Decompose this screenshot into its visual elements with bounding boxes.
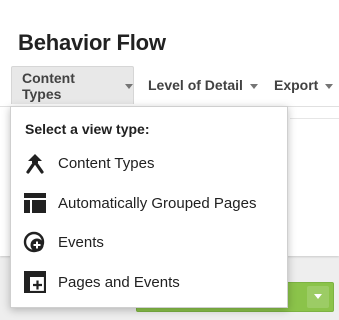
export-dropdown-label: Export bbox=[274, 77, 319, 93]
menu-item-content-types[interactable]: Content Types bbox=[11, 145, 287, 181]
menu-item-pages-and-events[interactable]: Pages and Events bbox=[11, 264, 287, 300]
chevron-down-icon bbox=[325, 83, 334, 89]
content-types-dropdown-label: Content Types bbox=[22, 69, 75, 102]
report-toolbar: Content Types Level of Detail Export bbox=[0, 66, 339, 107]
content-types-icon bbox=[23, 151, 47, 175]
green-select-toggle[interactable] bbox=[307, 286, 329, 308]
chevron-down-icon bbox=[249, 83, 258, 89]
grouped-pages-icon bbox=[23, 191, 47, 215]
menu-item-events[interactable]: Events bbox=[11, 224, 287, 260]
events-icon bbox=[23, 230, 47, 254]
menu-item-label: Pages and Events bbox=[58, 273, 180, 291]
level-of-detail-dropdown[interactable]: Level of Detail bbox=[148, 66, 258, 104]
pages-and-events-icon bbox=[23, 270, 47, 294]
chevron-down-icon bbox=[314, 294, 322, 299]
chevron-down-icon bbox=[125, 84, 133, 89]
view-type-menu: Select a view type: Content Types Automa… bbox=[10, 106, 288, 308]
menu-item-label: Automatically Grouped Pages bbox=[58, 194, 257, 212]
level-of-detail-dropdown-label: Level of Detail bbox=[148, 77, 243, 93]
export-dropdown[interactable]: Export bbox=[274, 66, 334, 104]
view-type-menu-heading: Select a view type: bbox=[25, 121, 150, 137]
menu-item-label: Events bbox=[58, 233, 104, 251]
divider bbox=[290, 118, 339, 119]
menu-item-label: Content Types bbox=[58, 154, 155, 172]
page-title: Behavior Flow bbox=[18, 30, 166, 55]
menu-item-automatically-grouped-pages[interactable]: Automatically Grouped Pages bbox=[11, 185, 287, 221]
content-types-dropdown[interactable]: Content Types bbox=[11, 66, 134, 104]
